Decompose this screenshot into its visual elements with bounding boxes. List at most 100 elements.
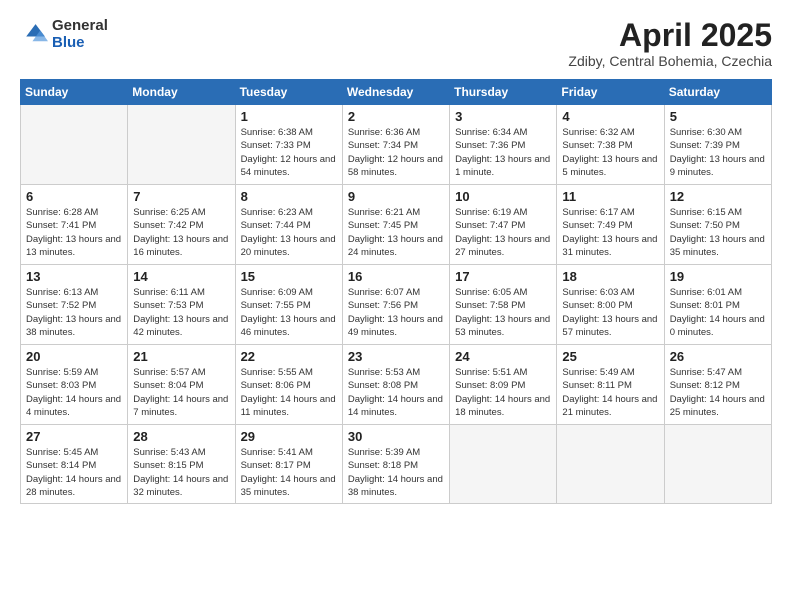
calendar-row: 6 Sunrise: 6:28 AMSunset: 7:41 PMDaylight… bbox=[21, 185, 772, 265]
day-number: 2 bbox=[348, 109, 444, 124]
logo-general: General bbox=[52, 18, 108, 35]
table-row: 24Sunrise: 5:51 AMSunset: 8:09 PMDayligh… bbox=[450, 345, 557, 425]
day-info: Sunrise: 6:03 AMSunset: 8:00 PMDaylight:… bbox=[562, 286, 658, 339]
table-row bbox=[664, 425, 771, 504]
table-row: 21 Sunrise: 5:57 AMSunset: 8:04 PMDayligh… bbox=[128, 345, 235, 425]
day-number: 16 bbox=[348, 269, 444, 284]
day-number: 21 bbox=[133, 349, 229, 364]
day-info: Sunrise: 6:38 AMSunset: 7:33 PMDaylight:… bbox=[241, 126, 337, 179]
day-number: 19 bbox=[670, 269, 766, 284]
day-info: Sunrise: 5:59 AMSunset: 8:03 PMDaylight:… bbox=[26, 366, 122, 419]
day-number: 20 bbox=[26, 349, 122, 364]
weekday-header-row: Sunday Monday Tuesday Wednesday Thursday… bbox=[21, 80, 772, 105]
day-number: 12 bbox=[670, 189, 766, 204]
table-row: 18Sunrise: 6:03 AMSunset: 8:00 PMDayligh… bbox=[557, 265, 664, 345]
day-info: Sunrise: 5:57 AMSunset: 8:04 PMDaylight:… bbox=[133, 366, 229, 419]
table-row: 15 Sunrise: 6:09 AMSunset: 7:55 PMDayligh… bbox=[235, 265, 342, 345]
day-info: Sunrise: 6:13 AMSunset: 7:52 PMDaylight:… bbox=[26, 286, 122, 339]
table-row: 26 Sunrise: 5:47 AMSunset: 8:12 PMDayligh… bbox=[664, 345, 771, 425]
day-number: 8 bbox=[241, 189, 337, 204]
day-info: Sunrise: 6:25 AMSunset: 7:42 PMDaylight:… bbox=[133, 206, 229, 259]
logo-icon bbox=[20, 21, 48, 49]
table-row: 7Sunrise: 6:25 AMSunset: 7:42 PMDaylight… bbox=[128, 185, 235, 265]
day-info: Sunrise: 5:45 AMSunset: 8:14 PMDaylight:… bbox=[26, 446, 122, 499]
day-info: Sunrise: 6:34 AMSunset: 7:36 PMDaylight:… bbox=[455, 126, 551, 179]
header-tuesday: Tuesday bbox=[235, 80, 342, 105]
table-row: 14Sunrise: 6:11 AMSunset: 7:53 PMDayligh… bbox=[128, 265, 235, 345]
day-info: Sunrise: 6:21 AMSunset: 7:45 PMDaylight:… bbox=[348, 206, 444, 259]
day-number: 30 bbox=[348, 429, 444, 444]
day-number: 6 bbox=[26, 189, 122, 204]
day-info: Sunrise: 5:55 AMSunset: 8:06 PMDaylight:… bbox=[241, 366, 337, 419]
day-info: Sunrise: 6:30 AMSunset: 7:39 PMDaylight:… bbox=[670, 126, 766, 179]
day-info: Sunrise: 6:36 AMSunset: 7:34 PMDaylight:… bbox=[348, 126, 444, 179]
table-row: 10 Sunrise: 6:19 AMSunset: 7:47 PMDayligh… bbox=[450, 185, 557, 265]
header-thursday: Thursday bbox=[450, 80, 557, 105]
day-number: 22 bbox=[241, 349, 337, 364]
logo-blue: Blue bbox=[52, 35, 108, 52]
day-number: 3 bbox=[455, 109, 551, 124]
calendar: Sunday Monday Tuesday Wednesday Thursday… bbox=[20, 79, 772, 504]
calendar-row: 1Sunrise: 6:38 AMSunset: 7:33 PMDaylight… bbox=[21, 105, 772, 185]
day-info: Sunrise: 6:01 AMSunset: 8:01 PMDaylight:… bbox=[670, 286, 766, 339]
table-row: 29 Sunrise: 5:41 AMSunset: 8:17 PMDayligh… bbox=[235, 425, 342, 504]
calendar-row: 13 Sunrise: 6:13 AMSunset: 7:52 PMDayligh… bbox=[21, 265, 772, 345]
day-number: 9 bbox=[348, 189, 444, 204]
table-row: 30 Sunrise: 5:39 AMSunset: 8:18 PMDayligh… bbox=[342, 425, 449, 504]
header-monday: Monday bbox=[128, 80, 235, 105]
table-row: 4Sunrise: 6:32 AMSunset: 7:38 PMDaylight… bbox=[557, 105, 664, 185]
table-row bbox=[21, 105, 128, 185]
table-row: 2 Sunrise: 6:36 AMSunset: 7:34 PMDaylight… bbox=[342, 105, 449, 185]
day-info: Sunrise: 5:39 AMSunset: 8:18 PMDaylight:… bbox=[348, 446, 444, 499]
table-row: 1Sunrise: 6:38 AMSunset: 7:33 PMDaylight… bbox=[235, 105, 342, 185]
day-info: Sunrise: 6:19 AMSunset: 7:47 PMDaylight:… bbox=[455, 206, 551, 259]
day-info: Sunrise: 6:15 AMSunset: 7:50 PMDaylight:… bbox=[670, 206, 766, 259]
header: General Blue April 2025 Zdiby, Central B… bbox=[20, 18, 772, 69]
table-row: 20 Sunrise: 5:59 AMSunset: 8:03 PMDayligh… bbox=[21, 345, 128, 425]
day-info: Sunrise: 6:28 AMSunset: 7:41 PMDaylight:… bbox=[26, 206, 122, 259]
month-title: April 2025 bbox=[568, 18, 772, 53]
day-info: Sunrise: 5:51 AMSunset: 8:09 PMDaylight:… bbox=[455, 366, 551, 419]
table-row: 28 Sunrise: 5:43 AMSunset: 8:15 PMDayligh… bbox=[128, 425, 235, 504]
title-block: April 2025 Zdiby, Central Bohemia, Czech… bbox=[568, 18, 772, 69]
header-friday: Friday bbox=[557, 80, 664, 105]
table-row bbox=[557, 425, 664, 504]
table-row bbox=[128, 105, 235, 185]
table-row: 19 Sunrise: 6:01 AMSunset: 8:01 PMDayligh… bbox=[664, 265, 771, 345]
table-row bbox=[450, 425, 557, 504]
day-number: 25 bbox=[562, 349, 658, 364]
table-row: 5Sunrise: 6:30 AMSunset: 7:39 PMDaylight… bbox=[664, 105, 771, 185]
header-sunday: Sunday bbox=[21, 80, 128, 105]
day-info: Sunrise: 6:09 AMSunset: 7:55 PMDaylight:… bbox=[241, 286, 337, 339]
table-row: 13 Sunrise: 6:13 AMSunset: 7:52 PMDayligh… bbox=[21, 265, 128, 345]
day-number: 17 bbox=[455, 269, 551, 284]
table-row: 23Sunrise: 5:53 AMSunset: 8:08 PMDayligh… bbox=[342, 345, 449, 425]
table-row: 16Sunrise: 6:07 AMSunset: 7:56 PMDayligh… bbox=[342, 265, 449, 345]
table-row: 8 Sunrise: 6:23 AMSunset: 7:44 PMDaylight… bbox=[235, 185, 342, 265]
day-number: 28 bbox=[133, 429, 229, 444]
day-info: Sunrise: 5:53 AMSunset: 8:08 PMDaylight:… bbox=[348, 366, 444, 419]
day-number: 27 bbox=[26, 429, 122, 444]
page: General Blue April 2025 Zdiby, Central B… bbox=[0, 0, 792, 612]
day-number: 4 bbox=[562, 109, 658, 124]
table-row: 27 Sunrise: 5:45 AMSunset: 8:14 PMDayligh… bbox=[21, 425, 128, 504]
day-info: Sunrise: 6:05 AMSunset: 7:58 PMDaylight:… bbox=[455, 286, 551, 339]
day-number: 26 bbox=[670, 349, 766, 364]
table-row: 3 Sunrise: 6:34 AMSunset: 7:36 PMDaylight… bbox=[450, 105, 557, 185]
day-info: Sunrise: 6:17 AMSunset: 7:49 PMDaylight:… bbox=[562, 206, 658, 259]
day-number: 29 bbox=[241, 429, 337, 444]
day-number: 15 bbox=[241, 269, 337, 284]
day-info: Sunrise: 6:11 AMSunset: 7:53 PMDaylight:… bbox=[133, 286, 229, 339]
table-row: 25Sunrise: 5:49 AMSunset: 8:11 PMDayligh… bbox=[557, 345, 664, 425]
table-row: 22 Sunrise: 5:55 AMSunset: 8:06 PMDayligh… bbox=[235, 345, 342, 425]
table-row: 6 Sunrise: 6:28 AMSunset: 7:41 PMDaylight… bbox=[21, 185, 128, 265]
day-info: Sunrise: 5:43 AMSunset: 8:15 PMDaylight:… bbox=[133, 446, 229, 499]
table-row: 17 Sunrise: 6:05 AMSunset: 7:58 PMDayligh… bbox=[450, 265, 557, 345]
day-info: Sunrise: 5:47 AMSunset: 8:12 PMDaylight:… bbox=[670, 366, 766, 419]
day-info: Sunrise: 6:23 AMSunset: 7:44 PMDaylight:… bbox=[241, 206, 337, 259]
day-number: 13 bbox=[26, 269, 122, 284]
day-info: Sunrise: 5:41 AMSunset: 8:17 PMDaylight:… bbox=[241, 446, 337, 499]
location-subtitle: Zdiby, Central Bohemia, Czechia bbox=[568, 53, 772, 69]
day-number: 10 bbox=[455, 189, 551, 204]
table-row: 12 Sunrise: 6:15 AMSunset: 7:50 PMDayligh… bbox=[664, 185, 771, 265]
